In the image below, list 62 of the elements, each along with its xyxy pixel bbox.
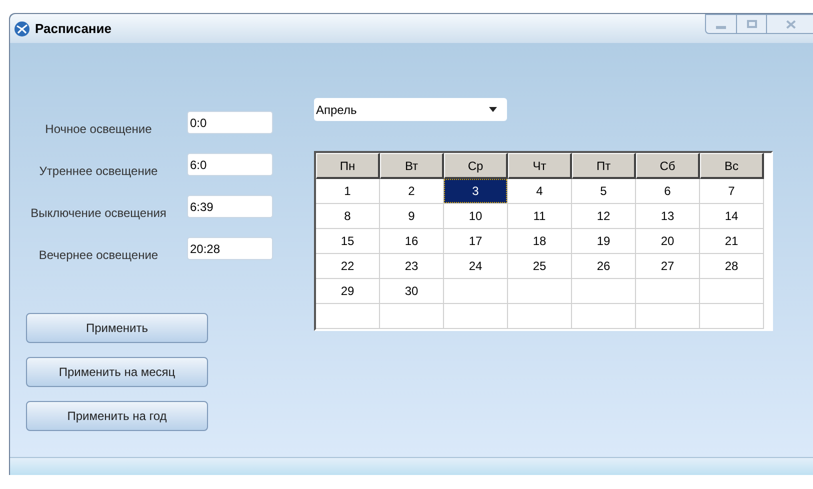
- day-cell[interactable]: 7: [700, 179, 763, 203]
- day-cell[interactable]: 19: [572, 229, 635, 253]
- day-cell[interactable]: 29: [316, 279, 379, 303]
- field-label: Ночное освещение: [45, 121, 152, 138]
- day-cell[interactable]: 26: [572, 254, 635, 278]
- day-cell[interactable]: 25: [508, 254, 571, 278]
- day-cell[interactable]: 20: [636, 229, 699, 253]
- column-header: Ср: [444, 153, 508, 179]
- day-cell[interactable]: 14: [700, 204, 763, 228]
- time-field[interactable]: 0:0: [187, 111, 273, 134]
- apply-button[interactable]: Применить на месяц: [26, 357, 208, 387]
- column-header: Чт: [508, 153, 572, 179]
- empty-day-cell: [572, 304, 636, 329]
- column-header: Пн: [316, 153, 380, 179]
- day-cell[interactable]: 4: [508, 179, 571, 203]
- time-field[interactable]: 6:0: [187, 153, 273, 176]
- time-field[interactable]: 20:28: [187, 237, 273, 260]
- empty-day-cell: [508, 304, 572, 329]
- day-cell[interactable]: 5: [572, 179, 635, 203]
- day-cell[interactable]: 11: [508, 204, 571, 228]
- day-cell[interactable]: 24: [444, 254, 507, 278]
- day-cell[interactable]: 23: [380, 254, 443, 278]
- empty-day-cell: [700, 304, 764, 329]
- day-cell[interactable]: 6: [636, 179, 699, 203]
- day-cell[interactable]: 13: [636, 204, 699, 228]
- empty-day-cell: [636, 304, 700, 329]
- field-label: Выключение освещения: [30, 205, 166, 222]
- day-cell[interactable]: 15: [316, 229, 379, 253]
- column-header: Сб: [636, 153, 700, 179]
- field-label: Утреннее освещение: [39, 163, 158, 180]
- day-cell[interactable]: 8: [316, 204, 379, 228]
- day-cell[interactable]: 30: [380, 279, 443, 303]
- day-cell[interactable]: 21: [700, 229, 763, 253]
- day-cell[interactable]: 16: [380, 229, 443, 253]
- dropdown-arrow-icon: [489, 107, 497, 112]
- day-cell[interactable]: 22: [316, 254, 379, 278]
- close-icon: [786, 20, 796, 28]
- day-cell[interactable]: 2: [380, 179, 443, 203]
- day-cell[interactable]: 17: [444, 229, 507, 253]
- window-title: Расписание: [35, 20, 112, 38]
- day-cell[interactable]: 3: [444, 179, 507, 203]
- empty-day-cell: [444, 304, 508, 329]
- day-cell[interactable]: 10: [444, 204, 507, 228]
- time-field[interactable]: 6:39: [187, 195, 273, 218]
- maximize-button[interactable]: [737, 14, 767, 34]
- minimize-icon: [716, 26, 726, 28]
- column-header: Вт: [380, 153, 444, 179]
- day-cell[interactable]: 18: [508, 229, 571, 253]
- column-header: Пт: [572, 153, 636, 179]
- day-cell[interactable]: 12: [572, 204, 635, 228]
- maximize-icon: [746, 20, 756, 28]
- day-cell[interactable]: 28: [700, 254, 763, 278]
- day-cell[interactable]: 9: [380, 204, 443, 228]
- field-label: Вечернее освещение: [38, 247, 158, 264]
- apply-button[interactable]: Применить: [26, 313, 208, 343]
- apply-button[interactable]: Применить на год: [26, 401, 208, 431]
- column-header: Вс: [700, 153, 764, 179]
- month-dropdown[interactable]: Апрель: [314, 98, 507, 121]
- close-button[interactable]: [767, 14, 813, 34]
- minimize-button[interactable]: [705, 14, 737, 34]
- day-cell[interactable]: 1: [316, 179, 379, 203]
- day-cell[interactable]: 27: [636, 254, 699, 278]
